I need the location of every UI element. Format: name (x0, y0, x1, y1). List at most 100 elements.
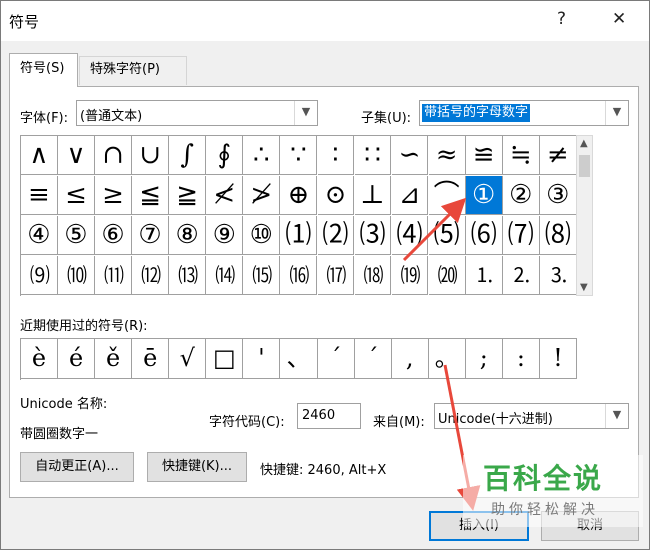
symbol-cell[interactable]: ⑼ (21, 256, 58, 295)
symbol-cell[interactable]: ≠ (539, 136, 577, 175)
unicode-name-value: 带圆圈数字一 (20, 427, 99, 442)
watermark-subtitle: 助你轻松解决 (491, 502, 599, 518)
subset-dropdown[interactable]: 带括号的字母数字 ▼ (419, 100, 629, 126)
recent-symbol-cell[interactable]: □ (206, 339, 244, 379)
symbol-cell[interactable]: ≌ (465, 136, 503, 175)
symbol-cell[interactable]: ⑦ (132, 216, 169, 255)
symbol-cell[interactable]: ⒈ (465, 256, 503, 295)
chevron-down-icon[interactable]: ▼ (605, 101, 628, 125)
symbol-cell[interactable]: ⒃ (280, 256, 318, 295)
symbol-cell[interactable]: ⒉ (502, 256, 540, 295)
recent-symbol-cell[interactable]: 。 (428, 339, 466, 379)
symbol-cell[interactable]: ∮ (206, 136, 244, 175)
symbol-cell[interactable]: ⒊ (539, 256, 577, 295)
symbol-cell[interactable]: ≮ (206, 176, 244, 215)
symbol-cell[interactable]: ⊿ (391, 176, 429, 215)
recent-symbol-cell[interactable]: é (58, 339, 96, 379)
autocorrect-button[interactable]: 自动更正(A)... (20, 452, 134, 482)
scroll-up-icon[interactable]: ▲ (580, 138, 588, 149)
scrollbar-thumb[interactable] (579, 155, 590, 177)
tab-symbols[interactable]: 符号(S) (9, 53, 78, 87)
symbol-cell[interactable]: ⌒ (428, 176, 466, 215)
symbol-cell[interactable]: ∫ (169, 136, 207, 175)
symbol-cell[interactable]: ∵ (280, 136, 318, 175)
recent-symbol-cell[interactable]: ˊ (354, 339, 392, 379)
symbol-cell[interactable]: ∧ (21, 136, 58, 175)
recent-symbol-cell[interactable]: è (21, 339, 59, 379)
symbol-cell[interactable]: ③ (539, 176, 577, 215)
symbol-cell[interactable]: ≒ (502, 136, 540, 175)
symbol-cell[interactable]: ≦ (132, 176, 169, 215)
symbol-cell[interactable]: ⊥ (354, 176, 392, 215)
chevron-down-icon[interactable]: ▼ (605, 404, 628, 428)
symbol-cell[interactable]: ⑶ (354, 216, 392, 255)
symbol-cell[interactable]: ⑷ (391, 216, 429, 255)
symbol-cell[interactable]: ⑥ (95, 216, 132, 255)
recent-symbol-cell[interactable]: ˊ (317, 339, 355, 379)
symbol-grid: ∧ ∨ ∩ ∪ ∫ ∮ ∴ ∵ ∶ ∷ ∽ ≈ ≌ ≒ ≠ ≡ ≤ ≥ ≦ ≧ ≮ ≯ ⊕ ⊙ ⊥ ⊿ ⌒ ① ② ③ ④ ⑤ ⑥ ⑦ ⑧ ⑨ ⑩ ⑴ ⑵ ⑶… (20, 135, 577, 296)
symbol-cell[interactable]: ≯ (243, 176, 281, 215)
recent-symbol-cell[interactable]: 、 (280, 339, 318, 379)
symbol-cell[interactable]: ⑾ (95, 256, 132, 295)
symbol-cell[interactable]: ⑨ (206, 216, 244, 255)
symbol-cell[interactable]: ② (502, 176, 540, 215)
symbol-cell[interactable]: ⊙ (317, 176, 355, 215)
symbol-cell[interactable]: ≡ (21, 176, 58, 215)
scroll-down-icon[interactable]: ▼ (580, 282, 588, 293)
symbol-cell[interactable]: ⑺ (502, 216, 540, 255)
help-button[interactable]: ? (557, 9, 566, 29)
symbol-cell[interactable]: ④ (21, 216, 58, 255)
tab-special-characters[interactable]: 特殊字符(P) (79, 56, 187, 85)
recent-symbol-cell[interactable]: ě (95, 339, 133, 379)
unicode-name-label: Unicode 名称: (20, 397, 108, 412)
symbol-cell[interactable]: ⑽ (58, 256, 95, 295)
symbol-cell[interactable]: ⑵ (317, 216, 355, 255)
symbol-cell[interactable]: ≧ (169, 176, 207, 215)
symbol-cell[interactable]: ⑻ (539, 216, 577, 255)
symbol-cell[interactable]: ∩ (95, 136, 132, 175)
font-dropdown[interactable]: (普通文本) ▼ (76, 100, 318, 126)
dialog-title: 符号 (9, 13, 40, 31)
close-button[interactable]: ✕ (612, 9, 626, 29)
from-dropdown[interactable]: Unicode(十六进制) ▼ (434, 403, 629, 429)
recent-symbol-cell[interactable]: : (502, 339, 540, 379)
recent-symbol-cell[interactable]: ' (243, 339, 281, 379)
symbol-cell[interactable]: ∴ (243, 136, 281, 175)
symbol-cell[interactable]: ∪ (132, 136, 169, 175)
symbol-cell[interactable]: ⑴ (280, 216, 318, 255)
recent-symbol-cell[interactable]: ; (465, 339, 503, 379)
symbol-cell[interactable]: ⒆ (391, 256, 429, 295)
chevron-down-icon[interactable]: ▼ (294, 101, 317, 125)
recent-symbol-cell[interactable]: , (391, 339, 429, 379)
symbol-grid-scrollbar[interactable]: ▲ ▼ (576, 135, 593, 296)
symbol-cell[interactable]: ⒁ (206, 256, 244, 295)
symbol-cell[interactable]: ⑧ (169, 216, 207, 255)
symbol-cell[interactable]: ⑸ (428, 216, 466, 255)
symbol-cell[interactable]: ∷ (354, 136, 392, 175)
symbol-cell[interactable]: ⒇ (428, 256, 466, 295)
symbol-cell[interactable]: ∽ (391, 136, 429, 175)
symbol-cell[interactable]: ⑤ (58, 216, 95, 255)
symbol-cell[interactable]: ∶ (317, 136, 355, 175)
symbol-cell[interactable]: ⒅ (354, 256, 392, 295)
shortcut-key-button[interactable]: 快捷键(K)... (147, 452, 247, 482)
recent-symbol-cell[interactable]: ! (539, 339, 577, 379)
symbol-cell-selected[interactable]: ① (465, 176, 503, 215)
symbol-cell[interactable]: ≥ (95, 176, 132, 215)
symbol-cell[interactable]: ⑹ (465, 216, 503, 255)
symbol-cell[interactable]: ⒂ (243, 256, 281, 295)
font-value: (普通文本) (80, 109, 143, 124)
recent-symbols-label: 近期使用过的符号(R): (20, 319, 148, 334)
recent-symbol-cell[interactable]: ē (132, 339, 170, 379)
symbol-cell[interactable]: ⑿ (132, 256, 169, 295)
symbol-cell[interactable]: ⒄ (317, 256, 355, 295)
symbol-cell[interactable]: ⑩ (243, 216, 281, 255)
symbol-cell[interactable]: ⊕ (280, 176, 318, 215)
char-code-input[interactable]: 2460 (297, 403, 361, 429)
symbol-cell[interactable]: ⒀ (169, 256, 207, 295)
symbol-cell[interactable]: ∨ (58, 136, 95, 175)
symbol-cell[interactable]: ≈ (428, 136, 466, 175)
symbol-cell[interactable]: ≤ (58, 176, 95, 215)
recent-symbol-cell[interactable]: √ (169, 339, 207, 379)
watermark-title: 百科全说 (483, 462, 604, 495)
